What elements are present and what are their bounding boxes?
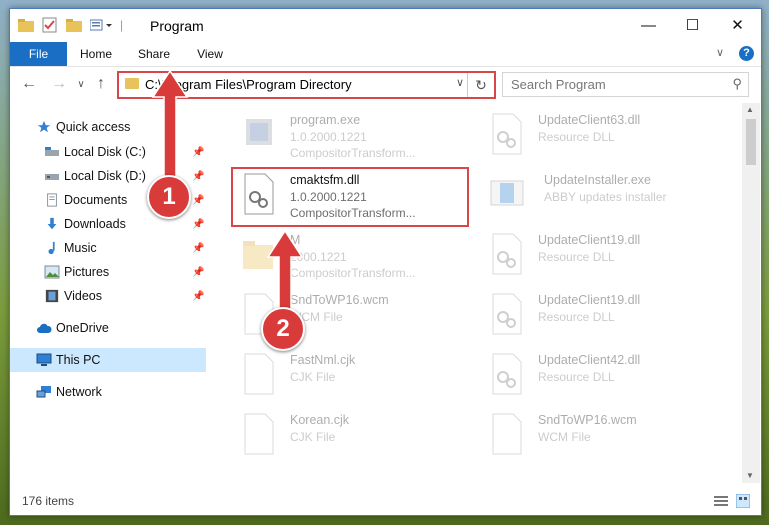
step-1-badge: 1 <box>147 175 191 219</box>
step-2-badge: 2 <box>261 307 305 351</box>
annotation-arrows <box>151 69 304 330</box>
explorer-window: | Program — ☐ ✕ File Home Share View ∨ ?… <box>9 8 762 516</box>
